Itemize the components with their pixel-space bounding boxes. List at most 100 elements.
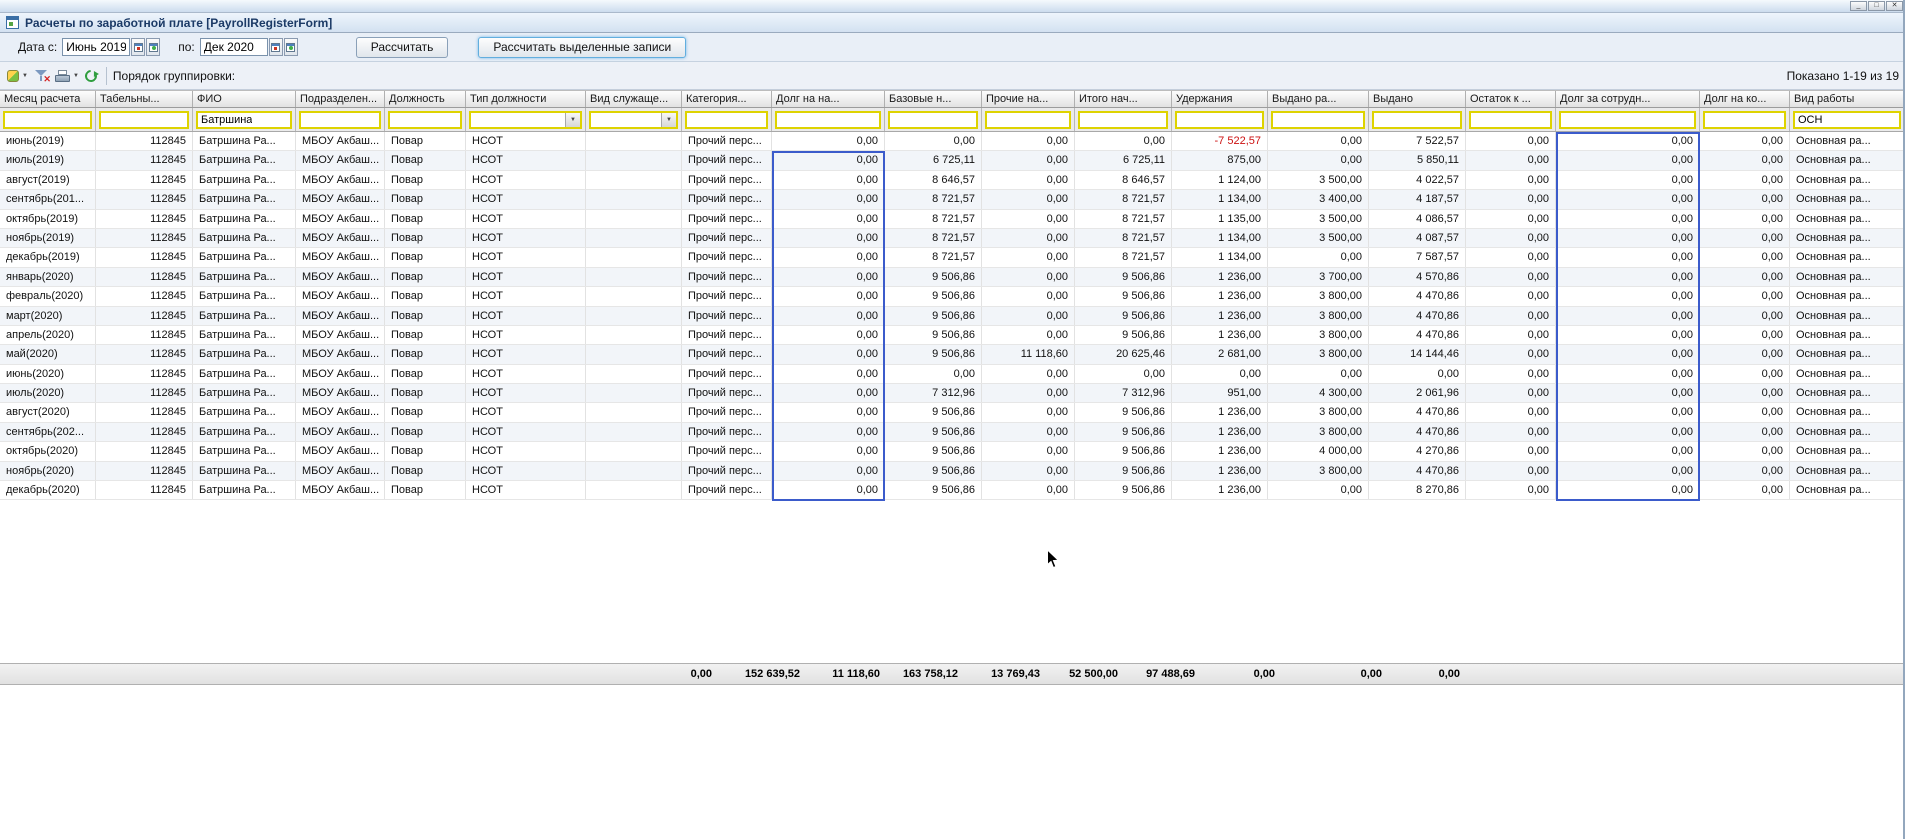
grid-cell[interactable]: 0,00 <box>1466 132 1556 150</box>
grid-cell[interactable]: Повар <box>385 384 466 402</box>
grid-cell[interactable]: 0,00 <box>1556 462 1700 480</box>
grid-cell[interactable]: Прочий перс... <box>682 151 772 169</box>
grid-cell[interactable]: 9 506,86 <box>1075 326 1172 344</box>
grid-cell[interactable]: НСОТ <box>466 326 586 344</box>
grid-cell[interactable]: 0,00 <box>982 307 1075 325</box>
grid-cell[interactable]: 0,00 <box>1268 151 1369 169</box>
grid-cell[interactable]: 0,00 <box>1556 287 1700 305</box>
grid-cell[interactable]: 0,00 <box>1556 403 1700 421</box>
grid-cell[interactable]: 112845 <box>96 365 193 383</box>
grid-cell[interactable]: 1 134,00 <box>1172 229 1268 247</box>
grid-cell[interactable]: МБОУ Акбаш... <box>296 229 385 247</box>
grid-cell[interactable]: Прочий перс... <box>682 442 772 460</box>
grid-cell[interactable]: 112845 <box>96 151 193 169</box>
grid-cell[interactable]: 0,00 <box>982 365 1075 383</box>
grid-cell[interactable] <box>586 151 682 169</box>
grid-cell[interactable] <box>586 190 682 208</box>
grid-cell[interactable]: 9 506,86 <box>885 307 982 325</box>
grid-cell[interactable]: 8 721,57 <box>1075 229 1172 247</box>
grid-cell[interactable]: 0,00 <box>1556 171 1700 189</box>
grid-cell[interactable]: НСОТ <box>466 151 586 169</box>
grid-cell[interactable]: НСОТ <box>466 384 586 402</box>
grid-cell[interactable]: Повар <box>385 190 466 208</box>
grid-cell[interactable]: Основная ра... <box>1790 365 1905 383</box>
filter-input[interactable] <box>1703 111 1786 129</box>
grid-row[interactable]: февраль(2020)112845Батршина Ра...МБОУ Ак… <box>0 287 1905 306</box>
refresh-button[interactable] <box>82 65 100 87</box>
column-header[interactable]: Вид служаще... <box>586 91 682 107</box>
grid-cell[interactable]: МБОУ Акбаш... <box>296 248 385 266</box>
grid-cell[interactable]: 1 124,00 <box>1172 171 1268 189</box>
grid-cell[interactable]: 0,00 <box>1466 210 1556 228</box>
grid-cell[interactable]: Прочий перс... <box>682 248 772 266</box>
grid-cell[interactable]: 9 506,86 <box>1075 442 1172 460</box>
grid-cell[interactable]: 0,00 <box>1466 171 1556 189</box>
grid-cell[interactable]: 9 506,86 <box>1075 403 1172 421</box>
grid-cell[interactable]: Прочий перс... <box>682 365 772 383</box>
grid-row[interactable]: ноябрь(2019)112845Батршина Ра...МБОУ Акб… <box>0 229 1905 248</box>
grid-cell[interactable]: 0,00 <box>1466 345 1556 363</box>
grid-cell[interactable]: декабрь(2020) <box>0 481 96 499</box>
grid-cell[interactable]: Батршина Ра... <box>193 210 296 228</box>
grid-cell[interactable]: Прочий перс... <box>682 287 772 305</box>
grid-cell[interactable]: 0,00 <box>1466 384 1556 402</box>
grid-cell[interactable]: Основная ра... <box>1790 287 1905 305</box>
grid-cell[interactable]: 0,00 <box>1268 132 1369 150</box>
grid-cell[interactable]: 9 506,86 <box>885 462 982 480</box>
grid-cell[interactable]: 7 312,96 <box>885 384 982 402</box>
grid-cell[interactable]: НСОТ <box>466 423 586 441</box>
grid-cell[interactable]: Основная ра... <box>1790 384 1905 402</box>
grid-cell[interactable] <box>586 307 682 325</box>
grid-cell[interactable]: 0,00 <box>982 384 1075 402</box>
grid-cell[interactable]: Основная ра... <box>1790 462 1905 480</box>
grid-cell[interactable]: 0,00 <box>1466 423 1556 441</box>
grid-cell[interactable]: Повар <box>385 171 466 189</box>
grid-cell[interactable]: Основная ра... <box>1790 423 1905 441</box>
grid-cell[interactable]: 0,00 <box>1700 248 1790 266</box>
grid-cell[interactable]: 1 236,00 <box>1172 462 1268 480</box>
grid-cell[interactable]: НСОТ <box>466 345 586 363</box>
grid-cell[interactable]: март(2020) <box>0 307 96 325</box>
grid-cell[interactable]: 0,00 <box>982 132 1075 150</box>
grid-cell[interactable]: 1 236,00 <box>1172 481 1268 499</box>
grid-cell[interactable]: Батршина Ра... <box>193 307 296 325</box>
grid-cell[interactable]: Батршина Ра... <box>193 132 296 150</box>
date-from-calendar-button[interactable] <box>131 38 145 56</box>
grid-cell[interactable]: 1 135,00 <box>1172 210 1268 228</box>
grid-cell[interactable]: 1 236,00 <box>1172 403 1268 421</box>
grid-cell[interactable] <box>586 132 682 150</box>
grid-cell[interactable] <box>586 345 682 363</box>
grid-cell[interactable]: Основная ра... <box>1790 442 1905 460</box>
filter-input[interactable]: ОСН <box>1793 111 1901 129</box>
grid-cell[interactable]: МБОУ Акбаш... <box>296 132 385 150</box>
grid-cell[interactable]: 2 681,00 <box>1172 345 1268 363</box>
filter-combo[interactable]: ▼ <box>589 111 678 129</box>
grid-cell[interactable] <box>586 171 682 189</box>
grid-cell[interactable]: 8 646,57 <box>885 171 982 189</box>
grid-cell[interactable] <box>586 287 682 305</box>
grid-cell[interactable]: Батршина Ра... <box>193 345 296 363</box>
grid-cell[interactable]: МБОУ Акбаш... <box>296 307 385 325</box>
filter-input[interactable] <box>775 111 881 129</box>
grid-cell[interactable]: Основная ра... <box>1790 307 1905 325</box>
filter-input[interactable] <box>388 111 462 129</box>
grid-row[interactable]: декабрь(2020)112845Батршина Ра...МБОУ Ак… <box>0 481 1905 500</box>
grid-cell[interactable]: 8 721,57 <box>1075 248 1172 266</box>
grid-row[interactable]: декабрь(2019)112845Батршина Ра...МБОУ Ак… <box>0 248 1905 267</box>
close-button[interactable]: ✕ <box>1886 1 1903 11</box>
grid-cell[interactable]: 0,00 <box>1700 229 1790 247</box>
grid-cell[interactable]: 0,00 <box>772 462 885 480</box>
grid-cell[interactable]: 0,00 <box>982 171 1075 189</box>
grid-cell[interactable] <box>586 210 682 228</box>
calculate-button[interactable]: Рассчитать <box>356 37 449 58</box>
grid-cell[interactable]: 3 800,00 <box>1268 307 1369 325</box>
column-header[interactable]: Остаток к ... <box>1466 91 1556 107</box>
grid-row[interactable]: март(2020)112845Батршина Ра...МБОУ Акбаш… <box>0 307 1905 326</box>
grid-cell[interactable]: 0,00 <box>982 190 1075 208</box>
grid-cell[interactable]: 9 506,86 <box>885 345 982 363</box>
grid-cell[interactable]: 112845 <box>96 326 193 344</box>
grid-cell[interactable]: 0,00 <box>1700 403 1790 421</box>
grid-cell[interactable]: 9 506,86 <box>1075 307 1172 325</box>
grid-cell[interactable]: Основная ра... <box>1790 132 1905 150</box>
grid-row[interactable]: июль(2019)112845Батршина Ра...МБОУ Акбаш… <box>0 151 1905 170</box>
